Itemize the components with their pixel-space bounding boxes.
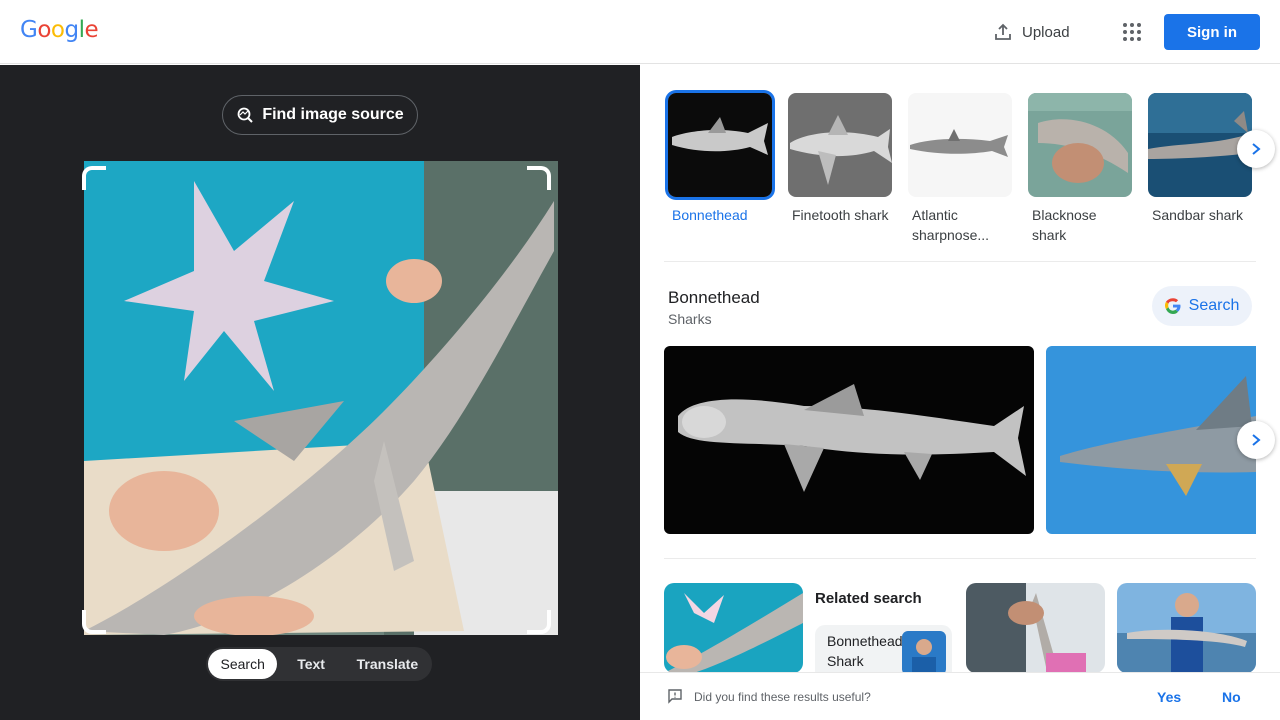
entity-subtitle: Sharks bbox=[668, 311, 712, 327]
entity-title: Bonnethead bbox=[668, 288, 760, 307]
google-search-button[interactable]: Search bbox=[1152, 286, 1252, 326]
query-image[interactable] bbox=[84, 161, 558, 635]
mode-text-tab[interactable]: Text bbox=[277, 649, 344, 679]
entity-thumbnail bbox=[1028, 93, 1132, 197]
entity-chip-blacknose[interactable]: Blacknose shark bbox=[1028, 93, 1132, 245]
carousel-next-button[interactable] bbox=[1237, 130, 1275, 168]
entity-label: Bonnethead bbox=[672, 207, 748, 223]
entity-thumbnail bbox=[668, 93, 772, 197]
chevron-right-icon bbox=[1252, 434, 1261, 446]
entity-label: Blacknose shark bbox=[1032, 207, 1097, 243]
entity-chip-finetooth[interactable]: Finetooth shark bbox=[788, 93, 892, 225]
mode-translate-tab[interactable]: Translate bbox=[345, 649, 430, 679]
mode-search-tab[interactable]: Search bbox=[208, 649, 278, 679]
google-search-label: Search bbox=[1188, 297, 1240, 314]
related-search-title: Related search bbox=[815, 590, 922, 607]
image-search-icon bbox=[237, 107, 254, 123]
entity-thumbnail bbox=[788, 93, 892, 197]
upload-button[interactable]: Upload bbox=[986, 14, 1078, 50]
entity-label: Sandbar shark bbox=[1152, 207, 1244, 223]
logo-letter: o bbox=[37, 17, 51, 43]
upload-icon bbox=[995, 23, 1011, 40]
related-chip-thumbnail bbox=[902, 631, 946, 675]
crop-handle-bottom-left[interactable] bbox=[82, 610, 106, 634]
find-image-source-label: Find image source bbox=[262, 106, 404, 123]
feedback-icon bbox=[668, 689, 682, 704]
results-panel: Bonnethead Finetooth shark Atlantic shar… bbox=[640, 65, 1280, 720]
entity-label: Finetooth shark bbox=[792, 207, 889, 223]
related-image-tile[interactable] bbox=[966, 583, 1105, 673]
feedback-no-button[interactable]: No bbox=[1222, 689, 1241, 705]
logo-letter: g bbox=[64, 17, 79, 43]
feedback-yes-button[interactable]: Yes bbox=[1157, 689, 1181, 705]
logo-letter: o bbox=[50, 17, 65, 43]
related-image-tile[interactable] bbox=[664, 583, 803, 673]
logo-letter: e bbox=[84, 17, 99, 43]
image-preview-panel: Find image source Search Text Translate bbox=[0, 65, 640, 720]
crop-handle-top-left[interactable] bbox=[82, 166, 106, 190]
entity-thumbnail bbox=[908, 93, 1012, 197]
apps-grid-icon[interactable] bbox=[1116, 16, 1148, 48]
google-g-icon bbox=[1164, 298, 1181, 314]
upload-label: Upload bbox=[1022, 23, 1070, 41]
google-logo[interactable]: Google bbox=[20, 17, 99, 43]
section-divider bbox=[664, 261, 1256, 262]
entity-label: Atlantic sharpnose... bbox=[912, 207, 990, 243]
related-chip-label: Bonnethead Shark bbox=[827, 633, 903, 669]
section-divider bbox=[664, 558, 1256, 559]
crop-handle-bottom-right[interactable] bbox=[527, 610, 551, 634]
logo-letter: G bbox=[20, 17, 38, 43]
entity-chip-sandbar[interactable]: Sandbar shark bbox=[1148, 93, 1252, 225]
find-image-source-button[interactable]: Find image source bbox=[222, 95, 418, 135]
crop-handle-top-right[interactable] bbox=[527, 166, 551, 190]
entity-chip-atlantic-sharpnose[interactable]: Atlantic sharpnose... bbox=[908, 93, 1012, 245]
entity-image[interactable] bbox=[664, 346, 1034, 534]
sign-in-button[interactable]: Sign in bbox=[1164, 14, 1260, 50]
top-header: Google Upload Sign in bbox=[0, 0, 1280, 64]
feedback-question: Did you find these results useful? bbox=[694, 689, 871, 704]
related-image-tile[interactable] bbox=[1117, 583, 1256, 673]
image-carousel-next-button[interactable] bbox=[1237, 421, 1275, 459]
feedback-bar: Did you find these results useful? Yes N… bbox=[640, 672, 1280, 720]
entity-image[interactable] bbox=[1046, 346, 1256, 534]
chevron-right-icon bbox=[1252, 143, 1261, 155]
mode-switcher: Search Text Translate bbox=[206, 647, 432, 681]
entity-chip-bonnethead[interactable]: Bonnethead bbox=[668, 93, 772, 225]
